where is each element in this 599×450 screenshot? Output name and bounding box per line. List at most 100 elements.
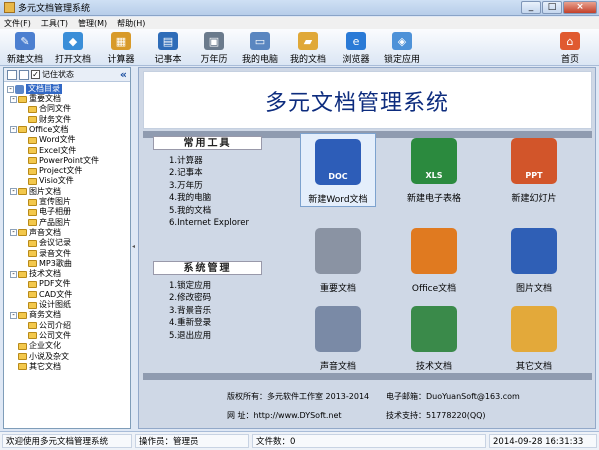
tree-subfolder[interactable]: 会议记录 [28,238,71,248]
my-computer-button[interactable]: ▭ 我的电脑 [239,30,281,65]
browser-button[interactable]: e 浏览器 [335,30,377,65]
tree-folder[interactable]: 企业文化 [10,341,61,351]
open-document-button[interactable]: ◆ 打开文档 [52,30,94,65]
sys-link-exit[interactable]: 5.退出应用 [169,330,211,342]
toolbar-label: 浏览器 [342,55,370,65]
tree-subfolder[interactable]: 财务文件 [28,115,71,125]
calculator-button[interactable]: ▦ 计算器 [100,30,142,65]
detail-view-icon[interactable] [19,69,29,80]
sys-link-relogin[interactable]: 4.重新登录 [169,317,211,329]
tree-folder[interactable]: 其它文档 [10,362,61,372]
menu-help[interactable]: 帮助(H) [117,18,145,29]
panel-splitter[interactable]: ◂ [131,67,137,429]
menu-file[interactable]: 文件(F) [4,18,31,29]
status-file-count: 文件数：0 [252,434,486,448]
open-doc-icon: ◆ [63,32,83,50]
tree-subfolder[interactable]: 设计图纸 [28,300,71,310]
tree-subfolder[interactable]: MP3歌曲 [28,259,72,269]
tree-expand-icon[interactable]: - [10,270,17,278]
sys-link-music[interactable]: 3.背景音乐 [169,305,211,317]
tile-office[interactable]: Office文档 [396,223,472,297]
common-tools-title: 常用工具 [153,136,262,150]
tree-subfolder[interactable]: PowerPoint文件 [28,156,99,166]
tree-subfolder[interactable]: 产品图片 [28,218,71,228]
menu-manage[interactable]: 管理(M) [78,18,107,29]
tree-subfolder[interactable]: 公司介绍 [28,321,71,331]
sys-link-lock[interactable]: 1.锁定应用 [169,280,211,292]
tree-expand-icon[interactable]: - [10,126,17,134]
tree-folder[interactable]: - 重要文档 [10,94,61,104]
toolbar-label: 我的文档 [289,55,326,65]
tile-excel-sheet[interactable]: XLS 新建电子表格 [396,133,472,207]
tree-item-label: 宣传图片 [39,197,71,206]
tree-item-label: 公司文件 [39,330,71,340]
remember-state-checkbox[interactable]: ✓ [31,70,40,79]
my-documents-button[interactable]: ▰ 我的文档 [287,30,329,65]
folder-icon [28,167,37,175]
tree-subfolder[interactable]: 宣传图片 [28,197,71,207]
tree-item-label: Visio文件 [39,176,74,186]
tree-toolbar: ✓ 记住状态 « [4,68,130,82]
tree-subfolder[interactable]: 合同文件 [28,104,71,114]
folder-icon [18,95,27,103]
tool-link-calendar[interactable]: 3.万年历 [169,180,249,192]
tile-powerpoint[interactable]: PPT 新建幻灯片 [496,133,572,207]
tool-link-ie[interactable]: 6.Internet Explorer [169,217,249,229]
tree-subfolder[interactable]: CAD文件 [28,290,72,300]
tree-subfolder[interactable]: PDF文件 [28,279,71,289]
tree-subfolder[interactable]: Excel文件 [28,146,76,156]
tile-network[interactable]: 技术文档 [396,301,472,375]
folder-icon [28,280,37,288]
app-icon [4,2,15,13]
lock-app-button[interactable]: ◈ 锁定应用 [381,30,423,65]
tree-expand-icon[interactable]: - [10,95,17,103]
tree-root[interactable]: - 文档目录 [7,84,62,94]
minimize-button[interactable]: _ [521,1,541,14]
tree-subfolder[interactable]: Word文件 [28,135,76,145]
tree-expand-icon[interactable]: - [10,311,17,319]
tool-link-notepad[interactable]: 2.记事本 [169,167,249,179]
tree-expand-icon[interactable]: - [10,188,17,196]
tree-subfolder[interactable]: Visio文件 [28,176,74,186]
tree-subfolder[interactable]: 电子相册 [28,207,71,217]
tree-expand-icon[interactable]: - [7,85,14,93]
list-view-icon[interactable] [7,69,17,80]
close-button[interactable]: × [563,1,597,14]
tree-folder[interactable]: - 商务文档 [10,310,61,320]
sys-link-password[interactable]: 2.修改密码 [169,292,211,304]
tree-folder[interactable]: - 图片文档 [10,187,61,197]
tool-link-my-documents[interactable]: 5.我的文档 [169,205,249,217]
home-button[interactable]: ⌂ 首页 [549,30,591,65]
support-text: 技术支持：51778220(QQ) [386,411,486,420]
tree-subfolder[interactable]: 公司文件 [28,331,71,341]
tile-sound-disc[interactable]: 声音文档 [300,301,376,375]
tile-picture-book[interactable]: 图片文档 [496,223,572,297]
maximize-button[interactable]: □ [542,1,562,14]
tree-folder[interactable]: 小说及杂文 [10,352,69,362]
tree-folder[interactable]: - Office文档 [10,125,68,135]
menu-tools[interactable]: 工具(T) [41,18,68,29]
tree-folder[interactable]: - 声音文档 [10,228,61,238]
calendar-button[interactable]: ▣ 万年历 [193,30,235,65]
collapse-panel-icon[interactable]: « [120,68,127,81]
tool-link-my-computer[interactable]: 4.我的电脑 [169,192,249,204]
tree-expand-icon[interactable]: - [10,229,17,237]
tool-link-calculator[interactable]: 1.计算器 [169,155,249,167]
status-operator: 操作员：管理员 [135,434,249,448]
other-folder-icon [511,306,557,352]
notepad-button[interactable]: ▤ 记事本 [147,30,189,65]
folder-icon [28,116,37,124]
pencil-doc-icon: ✎ [15,32,35,50]
folder-icon [28,147,37,154]
new-document-button[interactable]: ✎ 新建文档 [4,30,46,65]
tree-subfolder[interactable]: 录音文件 [28,249,71,259]
folder-icon [18,363,27,371]
tile-other-folder[interactable]: 其它文档 [496,301,572,375]
tile-locked-folder[interactable]: 重要文档 [300,223,376,297]
tree-folder[interactable]: - 技术文档 [10,269,61,279]
window-title: 多元文档管理系统 [18,4,91,14]
tile-badge: DOC [328,172,348,181]
tree-subfolder[interactable]: Project文件 [28,166,82,176]
tile-word-doc[interactable]: DOC 新建Word文档 [300,133,376,207]
main-area: 多元文档管理系统 常用工具 1.计算器 2.记事本 3.万年历 4.我的电脑 5… [138,67,596,429]
